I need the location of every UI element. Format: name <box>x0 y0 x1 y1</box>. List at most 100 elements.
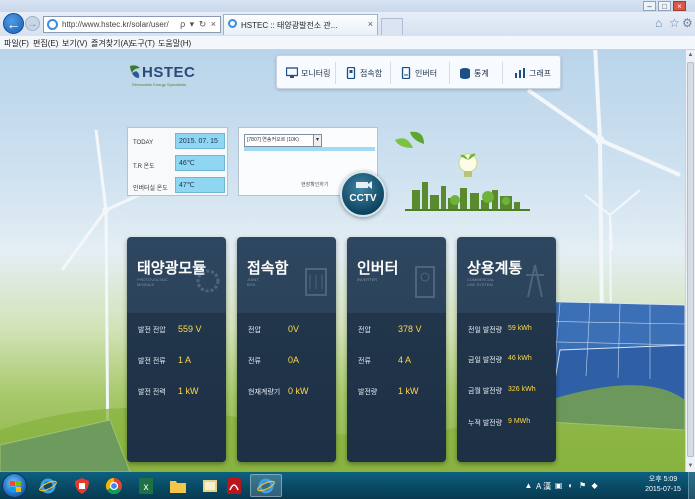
start-button[interactable] <box>2 473 27 498</box>
clock-time: 오후 5:09 <box>648 476 678 483</box>
network-icon[interactable]: ▣ <box>554 481 563 491</box>
monitor-icon <box>286 67 298 78</box>
power-tower-icon <box>526 264 544 298</box>
logo-subtext: Renewable Energy Specialists <box>132 82 187 87</box>
logo-text: HSTEC <box>142 64 196 81</box>
site-check-link[interactable]: 현장확인하기 <box>301 181 329 188</box>
scroll-down-icon[interactable]: ▼ <box>686 461 695 471</box>
nav-graph[interactable]: 그래프 <box>514 64 551 82</box>
ime-indicator[interactable]: A 漢 <box>536 481 551 492</box>
card-body: 발전 전압 559 V 발전 전류 1 A 발전 전력 1 kW <box>127 313 226 462</box>
hstec-logo[interactable]: HSTEC Renewable Energy Specialists <box>128 62 208 92</box>
card-title: 인버터 <box>357 260 399 277</box>
menu-help[interactable]: 도움말(H) <box>158 38 191 49</box>
maximize-button[interactable]: □ <box>658 1 671 11</box>
nav-inverter-label: 인버터 <box>415 68 438 78</box>
row-label: 전압 <box>248 327 261 334</box>
nav-junction-box[interactable]: 접속함 <box>345 64 382 82</box>
cctv-button-label: CCTV <box>349 193 377 204</box>
card-inverter: 인버터 INVERTER 전압 378 V 전류 4 A 발전량 1 kW <box>347 237 446 462</box>
taskbar-excel[interactable]: x <box>130 474 162 497</box>
junction-box-icon <box>305 268 327 296</box>
flag-icon[interactable]: ⚑ <box>578 481 587 491</box>
cctv-button[interactable]: CCTV <box>340 171 386 217</box>
favorites-star-icon[interactable]: ☆ <box>669 16 680 30</box>
inverter-icon <box>401 67 411 79</box>
row-label: 발전 전력 <box>138 389 166 396</box>
menu-bar: 파일(F) 편집(E) 보기(V) 즐겨찾기(A) 도구(T) 도움말(H) <box>0 36 695 50</box>
home-icon[interactable]: ⌂ <box>655 16 662 30</box>
row-value: 1 A <box>178 355 192 365</box>
new-tab-button[interactable] <box>381 18 403 35</box>
minimize-button[interactable]: – <box>643 1 656 11</box>
volume-icon[interactable]: ◐ <box>566 481 575 491</box>
scrollbar-thumb[interactable] <box>687 62 694 457</box>
row-label: 전류 <box>358 358 371 365</box>
card-subtitle: INVERTER <box>357 277 378 282</box>
card-title: 상용계통 <box>467 260 523 277</box>
nav-monitoring[interactable]: 모니터링 <box>286 64 330 82</box>
windows-logo-icon <box>10 481 21 492</box>
taskbar-folder[interactable] <box>162 474 194 497</box>
chevron-down-icon[interactable]: ▾ <box>313 135 321 146</box>
row-label: 발전량 <box>358 389 378 396</box>
inverter-room-temp-label: 인버터실 온도 <box>133 186 168 192</box>
menu-view[interactable]: 보기(V) <box>62 38 87 49</box>
nav-inverter[interactable]: 인버터 <box>400 64 437 82</box>
acrobat-icon <box>227 477 241 494</box>
tools-gear-icon[interactable]: ⚙ <box>682 16 693 30</box>
taskbar-internet-explorer[interactable] <box>32 474 64 497</box>
card-commercial-system: 상용계통 COMMERCIAL USE SYSTEM 전일 발전량 59 kWh… <box>457 237 556 462</box>
show-desktop-button[interactable] <box>688 472 695 499</box>
vertical-scrollbar[interactable]: ▲ ▼ <box>685 50 695 472</box>
row-value: 59 kWh <box>508 325 532 332</box>
card-subtitle: PHOTOVOLTAIC MODULE <box>137 277 168 287</box>
nav-statistics-label: 통계 <box>474 68 489 78</box>
menu-tools[interactable]: 도구(T) <box>130 38 155 49</box>
nav-divider <box>390 62 391 84</box>
taskbar-acrobat[interactable] <box>218 474 250 497</box>
site-select[interactable]: [7807] 연송커오르 (10K) ▾ <box>244 134 322 147</box>
row-value: 378 V <box>398 324 422 334</box>
nav-statistics[interactable]: 통계 <box>459 64 489 82</box>
address-url[interactable]: http://www.hstec.kr/solar/user/ <box>62 20 169 29</box>
tray-expand-icon[interactable]: ▲ <box>524 481 533 491</box>
taskbar-clock[interactable]: 오후 5:09 2015-07-15 <box>641 475 685 495</box>
close-window-button[interactable]: × <box>673 1 686 11</box>
menu-edit[interactable]: 편집(E) <box>33 38 58 49</box>
scroll-up-icon[interactable]: ▲ <box>686 50 695 60</box>
row-value: 559 V <box>178 324 202 334</box>
system-tray: ▲ A 漢 ▣ ◐ ⚑ ◆ <box>524 476 599 496</box>
windows-taskbar: x ▲ A 漢 ▣ ◐ ⚑ ◆ 오후 5:09 2015-07-15 <box>0 472 695 499</box>
web-app-icon <box>257 478 275 493</box>
menu-favorites[interactable]: 즐겨찾기(A) <box>91 38 131 49</box>
row-value: 326 kWh <box>508 386 536 393</box>
row-label: 금월 발전량 <box>468 388 503 395</box>
address-tools[interactable]: ρ ▾ ↻ × <box>180 19 217 30</box>
browser-navbar: ← → http://www.hstec.kr/solar/user/ ρ ▾ … <box>0 12 695 36</box>
tab-close-button[interactable]: × <box>368 19 373 29</box>
row-label: 전일 발전량 <box>468 327 503 334</box>
security-icon[interactable]: ◆ <box>590 481 599 491</box>
forward-button[interactable]: → <box>25 16 40 31</box>
browser-tab[interactable]: HSTEC :: 태양광발전소 관... × <box>223 14 378 35</box>
nav-graph-label: 그래프 <box>529 68 552 78</box>
menu-file[interactable]: 파일(F) <box>4 38 29 49</box>
taskbar-chrome[interactable] <box>98 474 130 497</box>
card-pv-module: 태양광모듈 PHOTOVOLTAIC MODULE 발전 전압 559 V 발전… <box>127 237 226 462</box>
back-button[interactable]: ← <box>3 13 24 34</box>
ie-page-icon <box>47 19 58 30</box>
taskbar-shield-app[interactable] <box>66 474 98 497</box>
taskbar-web-app[interactable] <box>250 474 282 497</box>
internet-explorer-icon <box>39 478 57 493</box>
card-subtitle: JOINT BOX <box>247 277 259 287</box>
shield-app-icon <box>75 477 89 494</box>
logo-mark-icon <box>130 65 140 78</box>
card-body: 전압 378 V 전류 4 A 발전량 1 kW <box>347 313 446 462</box>
site-info-strip <box>244 147 375 151</box>
environment-panel: TODAY 2015. 07. 15 T.R 온도 46℃ 인버터실 온도 47… <box>127 127 228 196</box>
row-value: 0V <box>288 324 300 334</box>
nav-divider <box>335 62 336 84</box>
nav-divider <box>449 62 450 84</box>
address-bar[interactable]: http://www.hstec.kr/solar/user/ ρ ▾ ↻ × <box>43 16 221 33</box>
